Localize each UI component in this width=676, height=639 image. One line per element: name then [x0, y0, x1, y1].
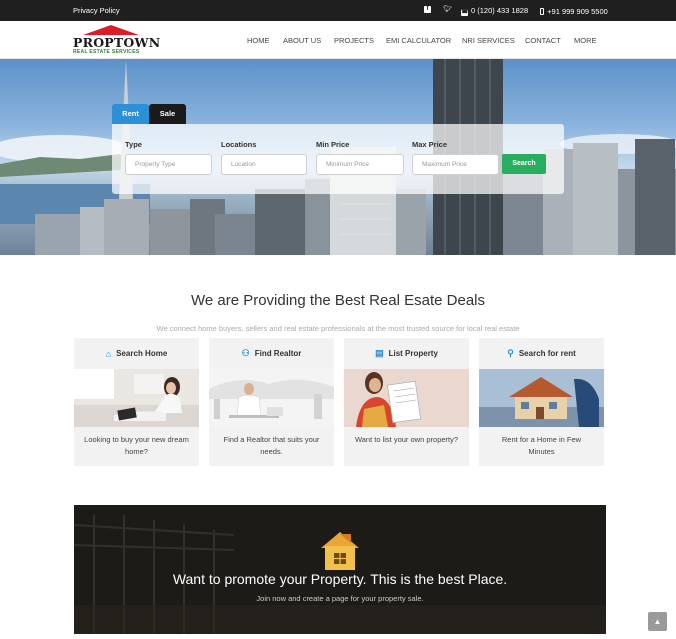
- logo-tagline: REAL ESTATE SERVICES: [73, 49, 140, 55]
- document-icon: ▤: [375, 348, 384, 358]
- card-text: Looking to buy your new dream home?: [84, 435, 189, 456]
- card-header: ▤ List Property: [344, 338, 469, 369]
- mobile-number: +91 999 909 5500: [547, 6, 608, 16]
- mobile-icon: [540, 7, 545, 15]
- tab-sale[interactable]: Sale: [149, 104, 186, 124]
- card-search-home[interactable]: ⌂ Search Home Looking to buy your new dr…: [74, 338, 199, 466]
- min-price-input[interactable]: Minimum Price: [316, 154, 404, 175]
- card-text: Find a Realtor that suits your needs.: [223, 435, 320, 456]
- phone-number: 0 (120) 433 1828: [471, 6, 529, 15]
- top-bar: Privacy Policy f 🐦︎ ☎ 0 (120) 433 1828 +9…: [0, 0, 676, 21]
- site-header: PROPTOWN REAL ESTATE SERVICES HOME ABOUT…: [0, 21, 676, 59]
- promo-title: Want to promote your Property. This is t…: [172, 571, 508, 587]
- logo[interactable]: PROPTOWN REAL ESTATE SERVICES: [73, 25, 160, 55]
- card-title: Search for rent: [518, 349, 576, 358]
- nav-about-us[interactable]: ABOUT US: [283, 36, 321, 45]
- key-icon: ⚲: [507, 348, 514, 358]
- card-find-realtor[interactable]: ⚇ Find Realtor Find a Realtor that suits…: [209, 338, 334, 466]
- logo-name: PROPTOWN: [73, 35, 161, 50]
- nav-nri-services[interactable]: NRI SERVICES: [462, 36, 515, 45]
- users-icon: ⚇: [241, 348, 250, 358]
- home-icon: ⌂: [105, 348, 112, 359]
- search-button[interactable]: Search: [502, 154, 546, 174]
- nav-projects[interactable]: PROJECTS: [334, 36, 374, 45]
- section-title: We are Providing the Best Real Esate Dea…: [190, 292, 486, 309]
- card-title: Search Home: [116, 349, 168, 358]
- min-price-label: Min Price: [316, 140, 350, 149]
- woman-laptop-image: [74, 369, 199, 427]
- facebook-icon[interactable]: f: [424, 5, 431, 13]
- house-model-image: [479, 369, 604, 427]
- privacy-policy-link[interactable]: Privacy Policy: [73, 6, 120, 15]
- nav-emi-calculator[interactable]: EMI CALCULATOR: [386, 36, 451, 45]
- tab-rent[interactable]: Rent: [112, 104, 149, 124]
- phone-icon: ☎: [461, 9, 469, 16]
- card-header: ⚇ Find Realtor: [209, 338, 334, 369]
- promo-subtitle: Join now and create a page for your prop…: [256, 594, 424, 603]
- card-header: ⚲ Search for rent: [479, 338, 604, 369]
- max-price-label: Max Price: [412, 140, 448, 149]
- card-title: List Property: [388, 349, 438, 358]
- twitter-icon[interactable]: 🐦︎: [443, 5, 452, 13]
- location-input[interactable]: Location: [221, 154, 307, 175]
- property-type-select[interactable]: Property Type: [125, 154, 212, 175]
- max-price-input[interactable]: Maximum Price: [412, 154, 499, 175]
- realtor-on-phone-image: [209, 369, 334, 427]
- card-header: ⌂ Search Home: [74, 338, 199, 369]
- card-text: Want to list your own property?: [354, 435, 459, 444]
- nav-home[interactable]: HOME: [247, 36, 270, 45]
- type-label: Type: [125, 140, 142, 149]
- chevron-up-icon: ▲: [653, 617, 662, 626]
- promo-banner: Want to promote your Property. This is t…: [74, 505, 606, 634]
- search-tabs: Rent Sale: [112, 104, 186, 124]
- scroll-to-top-button[interactable]: ▲: [648, 612, 667, 631]
- section-subtitle: We connect home buyers, sellers and real…: [156, 324, 520, 333]
- social-links: f 🐦︎: [424, 5, 452, 13]
- property-search-form: Type Property Type Locations Location Mi…: [112, 124, 564, 194]
- card-list-property[interactable]: ▤ List Property Want to list your own pr…: [344, 338, 469, 466]
- mobile-item: +91 999 909 5500: [540, 7, 608, 16]
- nav-contact[interactable]: CONTACT: [525, 36, 561, 45]
- nav-more[interactable]: MORE: [574, 36, 597, 45]
- locations-label: Locations: [221, 140, 257, 149]
- card-title: Find Realtor: [254, 349, 302, 358]
- logo-roof-shape: [83, 25, 139, 35]
- woman-with-document-image: [344, 369, 469, 427]
- card-text: Rent for a Home in Few Minutes: [501, 435, 582, 456]
- contact-info: ☎ 0 (120) 433 1828 +91 999 909 5500: [461, 6, 608, 16]
- card-search-for-rent[interactable]: ⚲ Search for rent Rent for a Home in Few…: [479, 338, 604, 466]
- phone-item: ☎ 0 (120) 433 1828: [461, 6, 528, 16]
- house-icon: [321, 532, 359, 570]
